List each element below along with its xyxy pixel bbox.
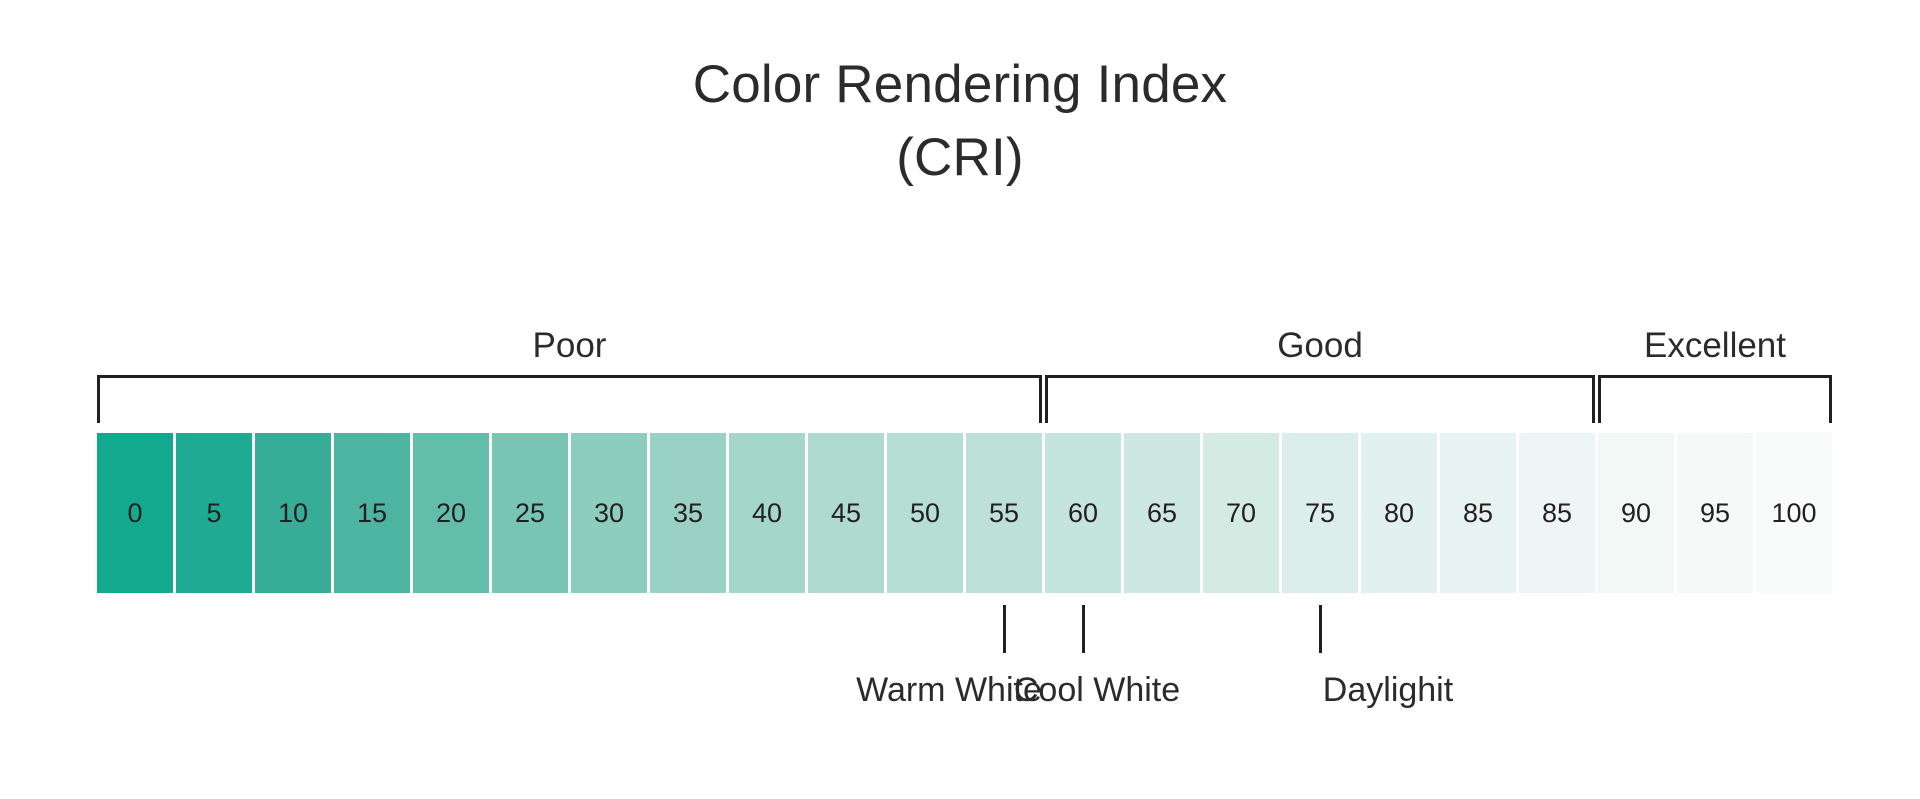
category-bracket: [1598, 375, 1832, 423]
cri-swatch-label: 75: [1304, 497, 1336, 528]
cri-swatch-label: 5: [206, 497, 222, 528]
cri-swatch: 85: [1440, 433, 1516, 593]
page-title: Color Rendering Index (CRI): [0, 48, 1920, 194]
cri-swatch-label: 30: [593, 497, 625, 528]
cri-swatch: 30: [571, 433, 647, 593]
callout-tick: [1319, 605, 1322, 653]
cri-swatch: 80: [1361, 433, 1437, 593]
cri-swatch: 35: [650, 433, 726, 593]
cri-swatch-label: 100: [1771, 497, 1817, 528]
chart-canvas: Color Rendering Index (CRI) Poor Good Exce…: [0, 0, 1920, 799]
cri-swatch-label: 55: [988, 497, 1020, 528]
title-line-secondary: (CRI): [896, 128, 1024, 188]
category-bracket-label: Good: [1277, 326, 1363, 365]
cri-swatch: 100: [1756, 433, 1832, 593]
callout-tick: [1003, 605, 1006, 653]
title-line-primary: Color Rendering Index: [692, 55, 1228, 114]
cri-swatch-label: 95: [1699, 497, 1731, 528]
callout-tick: [1082, 605, 1085, 653]
cri-swatch: 40: [729, 433, 805, 593]
cri-swatch: 95: [1677, 433, 1753, 593]
category-bracket-label: Poor: [532, 326, 607, 365]
cri-swatch-label: 85: [1541, 497, 1573, 528]
cri-swatch-label: 35: [672, 497, 704, 528]
cri-swatch-label: 70: [1225, 497, 1257, 528]
cri-swatch: 5: [176, 433, 252, 593]
callout-label: Cool White: [1013, 671, 1181, 709]
cri-swatch: 20: [413, 433, 489, 593]
cri-swatch-label: 25: [514, 497, 546, 528]
cri-swatch-label: 65: [1146, 497, 1178, 528]
cri-swatch-label: 10: [277, 497, 309, 528]
cri-swatch: 10: [255, 433, 331, 593]
cri-swatch: 15: [334, 433, 410, 593]
cri-swatch: 55: [966, 433, 1042, 593]
cri-swatch: 25: [492, 433, 568, 593]
cri-swatch: 50: [887, 433, 963, 593]
callout-label: Daylighit: [1322, 671, 1454, 709]
cri-swatch-label: 60: [1067, 497, 1099, 528]
cri-swatch-label: 80: [1383, 497, 1415, 528]
cri-swatch: 0: [97, 433, 173, 593]
cri-swatch: 45: [808, 433, 884, 593]
cri-swatch-label: 85: [1462, 497, 1494, 528]
cri-swatch-label: 90: [1620, 497, 1652, 528]
cri-swatch: 60: [1045, 433, 1121, 593]
cri-swatch: 90: [1598, 433, 1674, 593]
cri-swatch: 75: [1282, 433, 1358, 593]
cri-swatch-label: 40: [751, 497, 783, 528]
cri-swatch: 85: [1519, 433, 1595, 593]
cri-swatch-label: 15: [356, 497, 388, 528]
category-bracket: [97, 375, 1042, 423]
cri-scale-strip: 0 5 10 15 20 25 30 35 40 45 50 55 60 65 70 75 80 85 85 90 95…: [97, 433, 1832, 593]
cri-swatch-label: 0: [127, 497, 143, 528]
cri-swatch-label: 50: [909, 497, 941, 528]
category-bracket: [1045, 375, 1595, 423]
category-bracket-label: Excellent: [1643, 326, 1787, 365]
cri-swatch: 70: [1203, 433, 1279, 593]
cri-swatch-label: 20: [435, 497, 467, 528]
cri-swatch: 65: [1124, 433, 1200, 593]
cri-swatch-label: 45: [830, 497, 862, 528]
